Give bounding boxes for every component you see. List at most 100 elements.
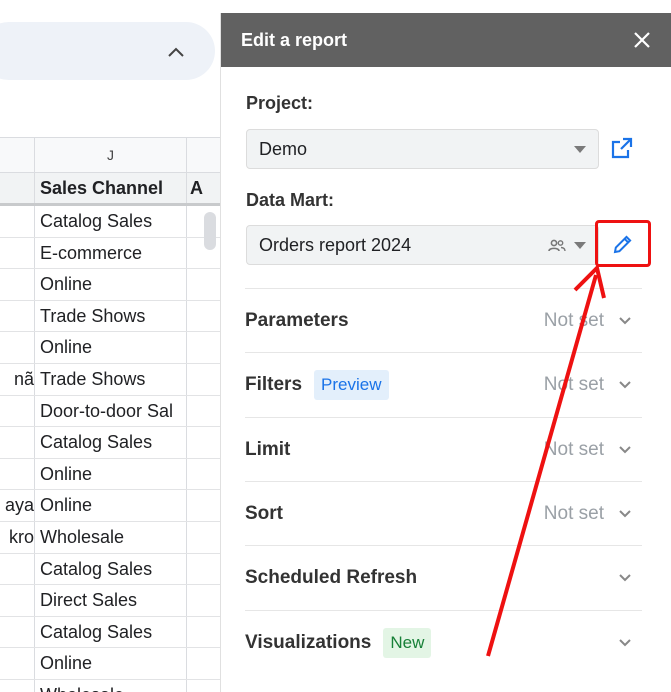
section-scheduled-refresh[interactable]: Scheduled Refresh [245, 545, 642, 609]
data-mart-select[interactable]: Orders report 2024 [246, 225, 599, 265]
table-row: Wholesale [0, 679, 220, 692]
cell-next[interactable] [187, 554, 220, 585]
cell-sales-channel[interactable]: Online [35, 458, 187, 490]
cell-next[interactable] [187, 680, 220, 692]
cell-sales-channel[interactable]: Trade Shows [35, 300, 187, 332]
project-value: Demo [259, 138, 308, 159]
new-badge: New [383, 627, 432, 658]
close-icon[interactable] [631, 29, 653, 51]
project-label: Project: [246, 93, 314, 113]
section-title: Visualizations [245, 631, 372, 653]
panel-header: Edit a report [221, 13, 671, 67]
cell-sales-channel[interactable]: Catalog Sales [35, 427, 187, 458]
cell-next[interactable] [187, 301, 220, 332]
scrollbar-thumb[interactable] [204, 212, 216, 250]
section-limit[interactable]: Limit Not set [245, 417, 642, 481]
table-row: Online [0, 648, 220, 680]
cell-next[interactable] [187, 332, 220, 363]
table-row: Catalog Sales [0, 206, 220, 238]
section-status: Not set [543, 373, 604, 395]
cell-next[interactable] [187, 585, 220, 616]
table-row: Online [0, 269, 220, 301]
section-status: Not set [543, 502, 604, 524]
table-row: Online [0, 332, 220, 364]
column-header-j[interactable]: J [35, 138, 187, 172]
cell-next[interactable] [187, 269, 220, 300]
data-mart-value: Orders report 2024 [259, 234, 412, 255]
header-row: Sales Channel A [0, 173, 220, 206]
cell-sales-channel[interactable]: Trade Shows [35, 363, 187, 395]
cell-partial-left[interactable] [0, 616, 35, 648]
cell-next[interactable] [187, 427, 220, 458]
sheet-grid: J Sales Channel A Catalog Sales E-commerc… [0, 137, 220, 692]
chevron-down-icon [618, 377, 632, 395]
cell-partial-left[interactable] [0, 332, 35, 363]
cell-sales-channel[interactable]: Catalog Sales [35, 553, 187, 585]
header-cell-sales-channel[interactable]: Sales Channel [35, 173, 187, 203]
open-external-icon[interactable] [607, 133, 637, 163]
cell-sales-channel[interactable]: E-commerce [35, 237, 187, 269]
cell-partial-left[interactable] [0, 458, 35, 490]
cell-partial-left[interactable] [0, 206, 35, 237]
table-row: Trade Shows [0, 300, 220, 333]
section-title: Sort [245, 502, 283, 524]
section-sort[interactable]: Sort Not set [245, 481, 642, 545]
cell-sales-channel[interactable]: Door-to-door Sal [35, 395, 187, 427]
cell-partial-left[interactable] [0, 269, 35, 300]
spreadsheet-area: J Sales Channel A Catalog Sales E-commerc… [0, 0, 220, 692]
chevron-down-icon [618, 313, 632, 331]
section-title: Filters [245, 373, 303, 395]
cell-next[interactable] [187, 396, 220, 427]
section-title: Scheduled Refresh [245, 566, 418, 588]
cell-partial-left[interactable]: kro [0, 521, 35, 553]
chevron-up-icon[interactable] [160, 36, 192, 68]
table-row: Door-to-door Sal [0, 395, 220, 428]
cell-partial-left[interactable]: aya [0, 490, 35, 521]
cell-next[interactable] [187, 617, 220, 648]
section-title: Limit [245, 438, 291, 460]
chevron-down-icon [618, 442, 632, 460]
cell-sales-channel[interactable]: Direct Sales [35, 585, 187, 616]
cell-partial-left[interactable] [0, 585, 35, 616]
table-row: nã Trade Shows [0, 363, 220, 396]
cell-next[interactable] [187, 522, 220, 553]
table-row: aya Online [0, 490, 220, 522]
dropdown-caret-icon [574, 146, 586, 153]
cell-sales-channel[interactable]: Online [35, 490, 187, 521]
section-title: Parameters [245, 309, 349, 331]
cell-sales-channel[interactable]: Catalog Sales [35, 206, 187, 237]
cell-sales-channel[interactable]: Online [35, 269, 187, 300]
cell-next[interactable] [187, 648, 220, 679]
header-cell-next[interactable]: A [187, 173, 220, 203]
cell-sales-channel[interactable]: Wholesale [35, 521, 187, 553]
cell-next[interactable] [187, 459, 220, 490]
cell-partial-left[interactable] [0, 679, 35, 692]
table-row: Direct Sales [0, 585, 220, 617]
cell-sales-channel[interactable]: Online [35, 332, 187, 363]
cell-sales-channel[interactable]: Catalog Sales [35, 616, 187, 648]
section-filters[interactable]: Filters Preview Not set [245, 352, 642, 416]
cell-next[interactable] [187, 364, 220, 395]
section-status: Not set [543, 438, 604, 460]
table-row: Catalog Sales [0, 427, 220, 459]
cell-partial-left[interactable] [0, 427, 35, 458]
cell-partial-left[interactable] [0, 648, 35, 679]
edit-report-panel: Edit a report Project: Demo Data Mart: O… [220, 13, 671, 692]
section-parameters[interactable]: Parameters Not set [245, 288, 642, 352]
cell-partial-left[interactable]: nã [0, 363, 35, 395]
people-icon [548, 237, 566, 258]
project-select[interactable]: Demo [246, 129, 599, 169]
table-row: E-commerce [0, 237, 220, 270]
cell-partial-left[interactable] [0, 395, 35, 427]
annotation-highlight-box [595, 220, 651, 267]
cell-partial-left[interactable] [0, 300, 35, 332]
cell-partial-left[interactable] [0, 237, 35, 269]
section-visualizations[interactable]: Visualizations New [245, 610, 642, 674]
table-row: kro Wholesale [0, 521, 220, 554]
data-mart-label: Data Mart: [246, 190, 335, 210]
cell-partial-left[interactable] [0, 553, 35, 585]
cell-next[interactable] [187, 490, 220, 521]
cell-sales-channel[interactable]: Wholesale [35, 679, 187, 692]
cell-sales-channel[interactable]: Online [35, 648, 187, 679]
section-status: Not set [543, 309, 604, 331]
